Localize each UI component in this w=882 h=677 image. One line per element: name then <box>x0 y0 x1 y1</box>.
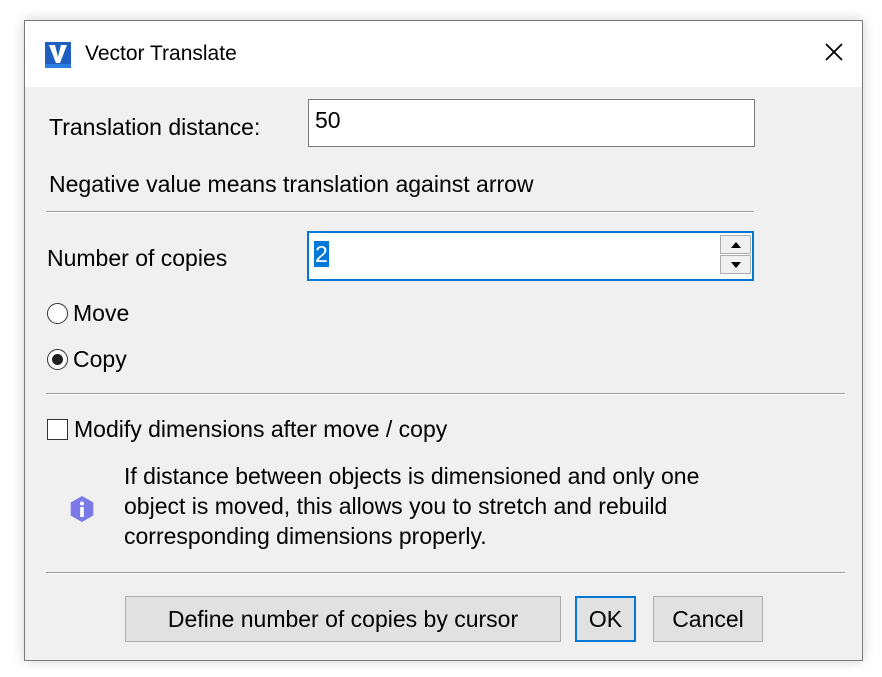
info-text: If distance between objects is dimension… <box>124 461 699 551</box>
translation-distance-label: Translation distance: <box>49 114 261 140</box>
separator-2 <box>46 393 845 395</box>
close-button[interactable] <box>810 29 858 75</box>
modify-dimensions-label: Modify dimensions after move / copy <box>74 416 448 442</box>
window-title: Vector Translate <box>85 42 237 65</box>
translation-distance-input[interactable]: 50 <box>308 99 755 147</box>
translation-distance-value: 50 <box>315 107 341 133</box>
spin-down-icon <box>730 261 741 268</box>
title-bar: Vector Translate <box>25 21 862 87</box>
negative-value-hint: Negative value means translation against… <box>49 171 534 197</box>
radio-selected-dot <box>51 353 63 365</box>
number-of-copies-input[interactable]: 2 <box>307 231 754 281</box>
radio-move-circle[interactable] <box>47 303 68 324</box>
number-of-copies-label: Number of copies <box>47 245 228 271</box>
separator-3 <box>46 572 845 574</box>
radio-copy-circle[interactable] <box>47 349 68 370</box>
cancel-button[interactable]: Cancel <box>653 596 763 642</box>
spin-down-button[interactable] <box>720 255 751 274</box>
spin-up-button[interactable] <box>720 235 751 254</box>
modify-dimensions-box[interactable] <box>47 419 68 440</box>
info-line: object is moved, this allows you to stre… <box>124 493 668 519</box>
define-copies-by-cursor-button[interactable]: Define number of copies by cursor <box>125 596 561 642</box>
vector-translate-dialog: Vector Translate Translation distance: 5… <box>24 20 863 661</box>
radio-move-label: Move <box>73 300 130 326</box>
info-line: corresponding dimensions properly. <box>124 523 487 549</box>
ok-button[interactable]: OK <box>575 596 636 642</box>
separator-1 <box>46 211 754 213</box>
radio-copy-label: Copy <box>73 346 127 372</box>
close-icon <box>825 43 843 61</box>
info-icon <box>70 496 94 522</box>
vericad-logo-icon <box>45 42 71 68</box>
number-of-copies-value: 2 <box>314 241 329 267</box>
spin-up-icon <box>730 241 741 248</box>
info-line: If distance between objects is dimension… <box>124 463 700 489</box>
